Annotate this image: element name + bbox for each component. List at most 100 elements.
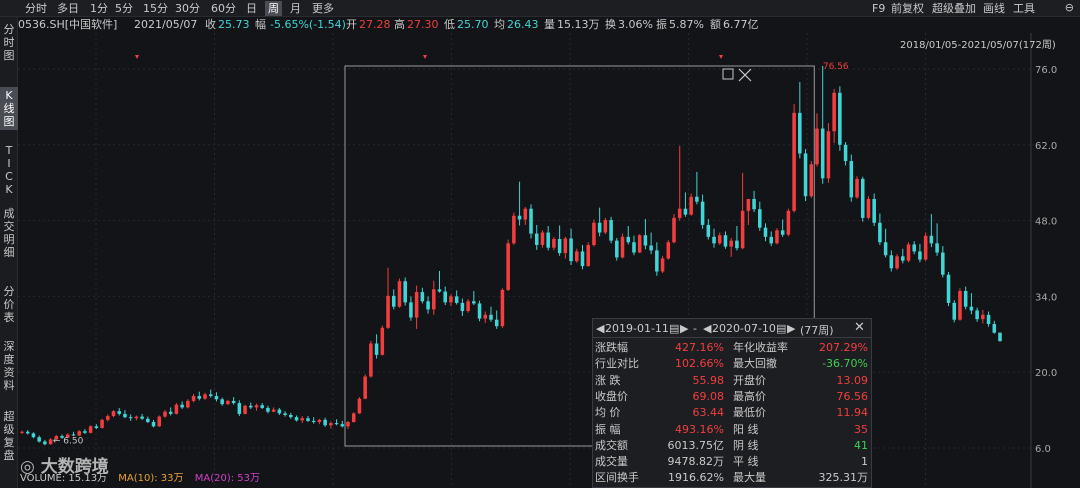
tab-period-5[interactable]: 30分 — [172, 1, 203, 16]
candle-body — [792, 112, 796, 211]
candle-body — [838, 92, 842, 145]
candle-body — [946, 274, 951, 303]
candle-body — [186, 400, 190, 408]
tab-period-9[interactable]: 月 — [287, 1, 304, 16]
candle-body — [111, 411, 116, 417]
tab-period-1[interactable]: 多日 — [54, 1, 82, 16]
stat-row: 涨 跌 55.98 开盘价 13.09 — [593, 373, 871, 389]
toolbar-item-4[interactable]: 工具 — [1013, 1, 1035, 16]
amplitude-value: 5.87% — [669, 18, 704, 31]
turnover-label: 换 — [605, 18, 616, 31]
low-value: 25.70 — [457, 18, 489, 31]
candle-body — [140, 416, 144, 419]
candle-body — [380, 327, 385, 355]
prev-end-icon[interactable]: ◀ — [703, 322, 711, 335]
candle-body — [918, 251, 922, 260]
left-tab-4[interactable]: 分价表 — [0, 283, 18, 326]
left-tab-1[interactable]: K线图 — [0, 87, 18, 130]
candle-body — [220, 399, 224, 405]
candle-body — [872, 198, 876, 223]
left-tab-5[interactable]: 深度资料 — [0, 338, 18, 394]
stat-row: 收盘价 69.08 最高价 76.56 — [593, 389, 871, 405]
prev-start-icon[interactable]: ◀ — [596, 322, 604, 335]
toolbar-item-0[interactable]: F9 — [872, 1, 885, 16]
stat-row: 成交额 6013.75亿阴 线 41 — [593, 438, 871, 454]
stat-label: 开盘价 — [733, 373, 766, 387]
stat-value: 69.08 — [692, 389, 725, 403]
candle-body — [271, 409, 276, 412]
amount-label: 额 — [710, 18, 721, 31]
candle-body — [883, 242, 888, 256]
stat-value: 35 — [854, 422, 868, 436]
candle-body — [466, 301, 470, 312]
end-date[interactable]: 2020-07-10 — [712, 322, 776, 335]
stat-value: 427.16% — [675, 341, 724, 354]
candle-body — [437, 289, 442, 292]
candle-body — [128, 417, 133, 419]
candle-body — [534, 233, 539, 245]
next-start-icon[interactable]: ▶ — [680, 322, 688, 335]
tab-period-7[interactable]: 日 — [243, 1, 260, 16]
close-icon[interactable]: ✕ — [854, 320, 865, 335]
candle-body — [351, 413, 356, 423]
candle-body — [214, 396, 219, 400]
stat-value: 55.98 — [692, 373, 725, 387]
candle-body — [266, 407, 270, 412]
left-tab-3[interactable]: 成交明细 — [0, 205, 18, 261]
left-view-tabs: 分时图 K线图 TICK 成交明细分价表深度资料超级复盘 — [0, 17, 18, 488]
tab-period-0[interactable]: 分时 — [22, 1, 50, 16]
tab-period-6[interactable]: 60分 — [208, 1, 239, 16]
candle-body — [357, 398, 362, 414]
stat-label: 行业对比 — [595, 357, 639, 371]
left-tab-6[interactable]: 超级复盘 — [0, 408, 18, 464]
tab-period-8[interactable]: 周 — [265, 1, 282, 16]
candle-body — [454, 296, 459, 303]
stat-label: 区间换手 — [595, 471, 639, 485]
candle-body — [386, 295, 390, 328]
candle-body — [369, 343, 373, 377]
candle-body — [637, 235, 642, 253]
start-date[interactable]: 2019-01-11 — [605, 322, 669, 335]
stat-value: 1 — [861, 455, 868, 469]
candle-body — [191, 396, 196, 401]
candle-body — [506, 243, 510, 290]
candle-body — [163, 411, 167, 417]
tab-period-4[interactable]: 15分 — [140, 1, 171, 16]
candle-body — [849, 161, 854, 198]
calendar-icon[interactable]: ▤ — [776, 322, 786, 335]
calendar-icon[interactable]: ▤ — [669, 322, 679, 335]
candle-body — [151, 422, 156, 427]
ma20-legend: MA(20): 53万 — [194, 473, 260, 484]
stat-value: 207.29% — [819, 341, 868, 354]
interval-count: (77周) — [800, 324, 834, 337]
toolbar-item-2[interactable]: 超级叠加 — [932, 1, 976, 16]
candle-body — [117, 411, 122, 414]
candle-body — [746, 198, 751, 211]
stat-row: 行业对比 102.66% 最大回撤 -36.70% — [593, 356, 871, 372]
candle-body — [832, 92, 836, 132]
window-close-icon[interactable]: ⊖ — [1065, 1, 1074, 14]
stat-label: 涨 跌 — [595, 373, 621, 387]
toolbar-item-1[interactable]: 前复权 — [891, 1, 924, 16]
next-end-icon[interactable]: ▶ — [787, 322, 795, 335]
change-label: 幅 — [255, 18, 266, 31]
candle-body — [552, 239, 556, 248]
toolbar-item-3[interactable]: 画线 — [983, 1, 1005, 16]
candle-body — [483, 314, 488, 319]
candle-body — [632, 242, 636, 253]
tab-period-10[interactable]: 更多 — [309, 1, 337, 16]
tab-period-2[interactable]: 1分 — [87, 1, 111, 16]
kline-chart[interactable]: 76.0 62.0 48.0 34.0 20.0 6.0 76.56 ← 6.50 — [18, 33, 1080, 488]
stat-row: 振 幅 493.16% 阳 线 35 — [593, 422, 871, 438]
candle-body — [409, 302, 413, 318]
stat-value: 76.56 — [836, 389, 869, 403]
candle-body — [952, 302, 957, 320]
candle-body — [106, 416, 110, 420]
stat-label: 收盘价 — [595, 389, 628, 403]
candle-body — [512, 215, 516, 244]
stat-label: 最大回撤 — [733, 357, 777, 371]
tab-period-3[interactable]: 5分 — [112, 1, 136, 16]
candle-body — [643, 235, 648, 246]
left-tab-0[interactable]: 分时图 — [0, 21, 18, 64]
left-tab-2[interactable]: TICK — [0, 142, 18, 198]
